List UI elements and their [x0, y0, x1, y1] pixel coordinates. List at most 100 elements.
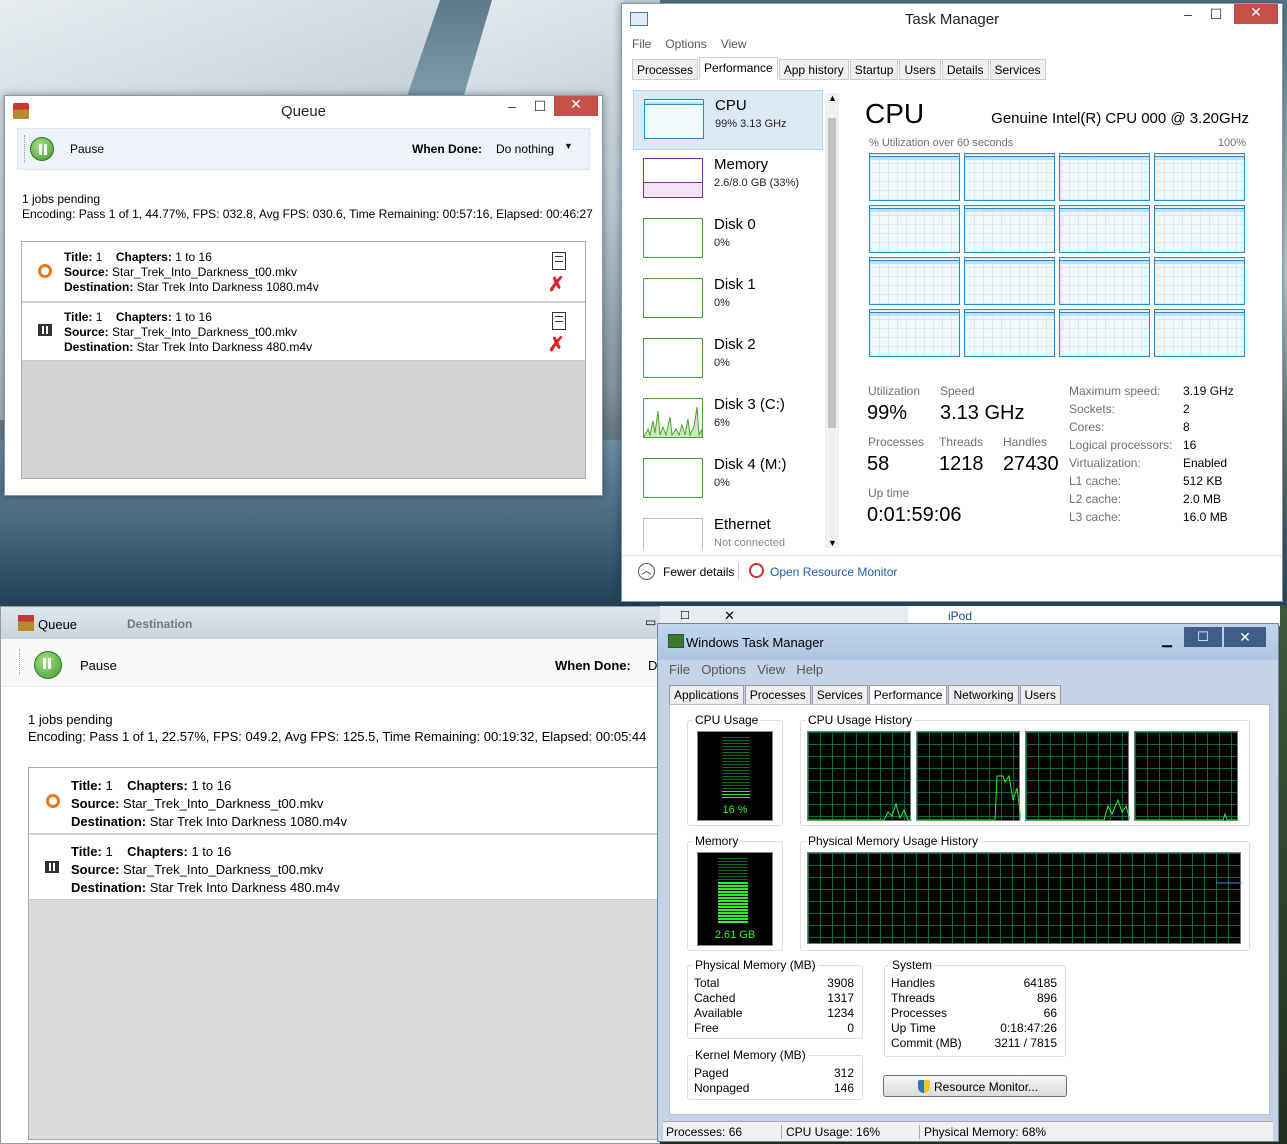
resource-monitor-label: Resource Monitor... [934, 1080, 1039, 1094]
minimize-button[interactable]: ▭ [645, 615, 656, 629]
tab-services[interactable]: Services [811, 685, 868, 705]
cpu-graph [1154, 309, 1245, 357]
encoding-icon [38, 264, 52, 278]
minimize-button[interactable]: – [1174, 6, 1202, 22]
chevron-up-icon[interactable]: ︿ [638, 563, 655, 580]
when-done-dropdown[interactable]: D [648, 658, 657, 673]
cpu-usage-value: 16 % [722, 804, 748, 816]
chevron-down-icon[interactable]: ▼ [564, 141, 573, 151]
tab-startup[interactable]: Startup [849, 59, 899, 80]
utilization-max: 100% [1217, 137, 1246, 149]
stat-row: Total 3908 [688, 976, 862, 991]
stat-key: Paged [694, 1066, 729, 1080]
menu-view[interactable]: View [757, 662, 785, 677]
tab-networking[interactable]: Networking [948, 685, 1019, 705]
cpu-heading: CPU [865, 98, 925, 129]
chapters-key: Chapters: [127, 844, 188, 859]
scroll-down-icon[interactable]: ▼ [828, 538, 837, 548]
tab-users[interactable]: Users [899, 59, 941, 80]
source-value: Star_Trek_Into_Darkness_t00.mkv [123, 862, 324, 877]
stat-value: 3908 [827, 976, 854, 990]
stat-key: Nonpaged [694, 1081, 750, 1095]
job-row-2[interactable]: Title: 1 Chapters: 1 to 16 Source: Star_… [29, 835, 667, 900]
cpu-graph [1059, 205, 1150, 253]
background-window-title: Destination [127, 617, 193, 631]
cpu-usage-meter: 16 % [697, 731, 773, 821]
stat-key: Processes [891, 1006, 948, 1020]
close-button[interactable]: ✕ [554, 96, 598, 116]
source-key: Source: [64, 325, 109, 339]
menu-file[interactable]: File [632, 37, 651, 51]
resource-monitor-button[interactable]: Resource Monitor... [883, 1075, 1067, 1097]
title-value: 1 [95, 250, 103, 264]
minimize-button[interactable]: ▁ [1162, 632, 1172, 648]
stat-key: Cached [694, 991, 736, 1005]
menu-options[interactable]: Options [701, 662, 746, 677]
stat-value: 3211 / 7815 [994, 1036, 1057, 1050]
cpu-meter-bars [722, 737, 750, 799]
spec-row: L1 cache: 512 KB [1069, 474, 1259, 492]
fewer-details-link[interactable]: Fewer details [663, 565, 734, 579]
chapters-value: 1 to 16 [175, 250, 212, 264]
minimize-button[interactable]: – [498, 98, 526, 114]
encoding-status: Encoding: Pass 1 of 1, 44.77%, FPS: 032.… [22, 207, 593, 221]
open-resource-monitor-link[interactable]: Open Resource Monitor [770, 565, 897, 579]
cpu-graph [1059, 257, 1150, 305]
tab-processes[interactable]: Processes [632, 59, 699, 80]
threads-label: Threads [939, 435, 984, 449]
maximize-button[interactable]: ☐ [1184, 627, 1222, 647]
job-row-2[interactable]: Title: 1 Chapters: 1 to 16 Source: Star_… [22, 303, 585, 361]
memory-history-label: Physical Memory Usage History [806, 834, 981, 848]
stat-row: Commit (MB) 3211 / 7815 [885, 1036, 1065, 1051]
scroll-up-icon[interactable]: ▲ [828, 93, 837, 103]
tab-users[interactable]: Users [1019, 685, 1061, 705]
resource-item-disk3[interactable]: Disk 3 (C:) 6% [633, 390, 823, 450]
menu-file[interactable]: File [669, 662, 690, 677]
when-done-dropdown[interactable]: Do nothing [496, 142, 554, 156]
tab-processes[interactable]: Processes [744, 685, 811, 705]
close-button[interactable]: ✕ [1224, 627, 1266, 647]
resource-item-cpu[interactable]: CPU 99% 3.13 GHz [633, 90, 823, 150]
menu-help[interactable]: Help [796, 662, 823, 677]
title-bar: Windows Task Manager ▁ ☐ ✕ [658, 624, 1278, 660]
destination-value: Star Trek Into Darkness 480.m4v [136, 340, 313, 354]
tab-performance[interactable]: Performance [699, 57, 778, 80]
spec-value: 2 [1183, 402, 1190, 416]
tab-performance[interactable]: Performance [868, 685, 948, 705]
job-row-1[interactable]: Title: 1 Chapters: 1 to 16 Source: Star_… [22, 242, 585, 302]
stat-value: 146 [833, 1081, 854, 1095]
tab-details[interactable]: Details [941, 59, 989, 80]
maximize-button[interactable]: ☐ [526, 98, 554, 115]
pause-label[interactable]: Pause [70, 142, 104, 156]
edit-job-icon[interactable] [552, 252, 566, 270]
status-cpu: CPU Usage: 16% [781, 1125, 880, 1139]
tab-bar: Processes Performance App history Startu… [632, 57, 1047, 80]
tab-applications[interactable]: Applications [669, 685, 744, 705]
resource-item-disk1[interactable]: Disk 1 0% [633, 270, 823, 330]
delete-job-icon[interactable]: ✗ [548, 335, 565, 355]
pause-label[interactable]: Pause [80, 658, 117, 673]
resource-list-scrollbar[interactable]: ▲ ▼ [825, 93, 839, 548]
edit-job-icon[interactable] [552, 312, 566, 330]
resource-item-disk0[interactable]: Disk 0 0% [633, 210, 823, 270]
menu-view[interactable]: View [721, 37, 747, 51]
delete-job-icon[interactable]: ✗ [548, 275, 565, 295]
utilization-value: 99% [867, 402, 908, 424]
close-button[interactable]: ✕ [1234, 4, 1278, 24]
menu-options[interactable]: Options [665, 37, 706, 51]
maximize-button[interactable]: ☐ [1202, 6, 1230, 23]
resource-item-disk2[interactable]: Disk 2 0% [633, 330, 823, 390]
scrollbar-thumb[interactable] [828, 118, 836, 428]
memory-value: 2.61 GB [714, 929, 756, 941]
processes-label: Processes [868, 435, 925, 449]
kernel-memory-title: Kernel Memory (MB) [693, 1048, 808, 1062]
tab-app-history[interactable]: App history [778, 59, 849, 80]
job-row-1[interactable]: Title: 1 Chapters: 1 to 16 Source: Star_… [29, 768, 667, 834]
resource-item-disk4[interactable]: Disk 4 (M:) 0% [633, 450, 823, 510]
tab-services[interactable]: Services [989, 59, 1046, 80]
spec-key: Sockets: [1069, 402, 1116, 416]
resource-item-memory[interactable]: Memory 2.6/8.0 GB (33%) [633, 150, 823, 210]
pause-icon[interactable] [34, 651, 62, 679]
resource-item-ethernet[interactable]: Ethernet Not connected [633, 510, 823, 550]
pause-icon[interactable] [30, 137, 54, 161]
